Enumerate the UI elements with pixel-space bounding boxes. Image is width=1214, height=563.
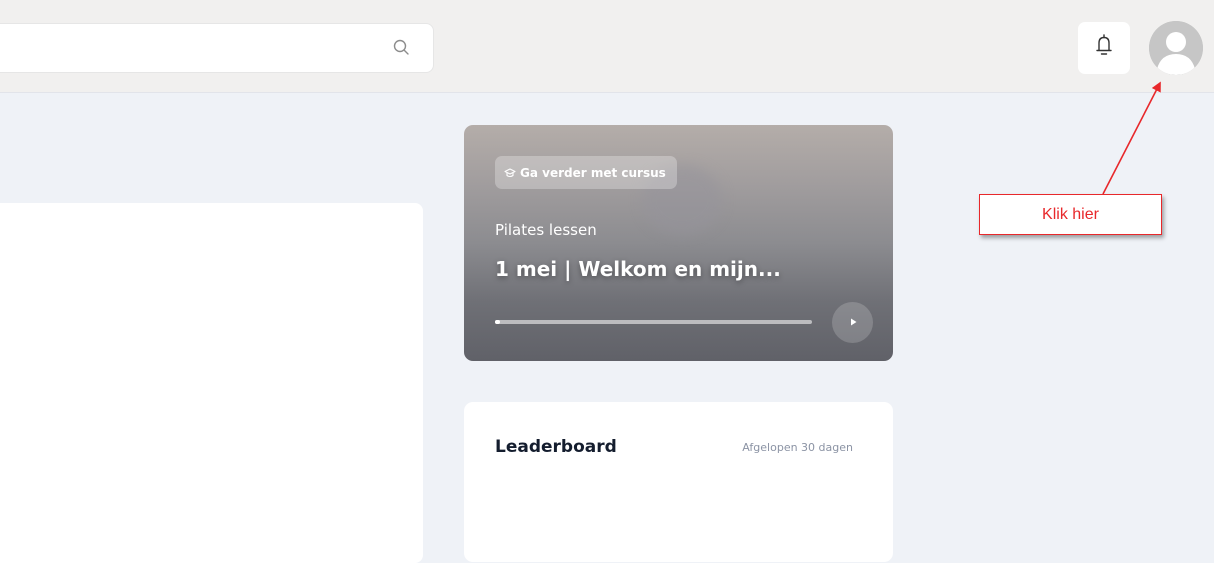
- bell-icon: [1092, 33, 1116, 63]
- main-content-card: [0, 203, 423, 563]
- leaderboard-period[interactable]: Afgelopen 30 dagen: [742, 441, 853, 454]
- search-input[interactable]: [9, 24, 373, 74]
- leaderboard-card: Leaderboard Afgelopen 30 dagen: [464, 402, 893, 562]
- notifications-button[interactable]: [1078, 22, 1130, 74]
- continue-course-badge: Ga verder met cursus: [495, 156, 677, 189]
- annotation-callout: Klik hier: [979, 194, 1162, 235]
- user-avatar-icon: [1149, 21, 1203, 75]
- course-progress-bar: [495, 320, 812, 324]
- top-bar: [0, 0, 1214, 93]
- continue-course-card[interactable]: Ga verder met cursus Pilates lessen 1 me…: [464, 125, 893, 361]
- search-icon[interactable]: [391, 37, 413, 59]
- continue-course-label: Ga verder met cursus: [520, 165, 666, 180]
- play-button[interactable]: [832, 302, 873, 343]
- leaderboard-title: Leaderboard: [495, 437, 617, 457]
- course-progress-fill: [495, 320, 500, 324]
- search-box[interactable]: [0, 23, 434, 74]
- graduation-cap-icon: [504, 167, 516, 179]
- lesson-title: 1 mei | Welkom en mijn...: [495, 257, 781, 281]
- play-icon: [847, 313, 859, 332]
- avatar[interactable]: [1149, 21, 1203, 75]
- course-name: Pilates lessen: [495, 221, 597, 239]
